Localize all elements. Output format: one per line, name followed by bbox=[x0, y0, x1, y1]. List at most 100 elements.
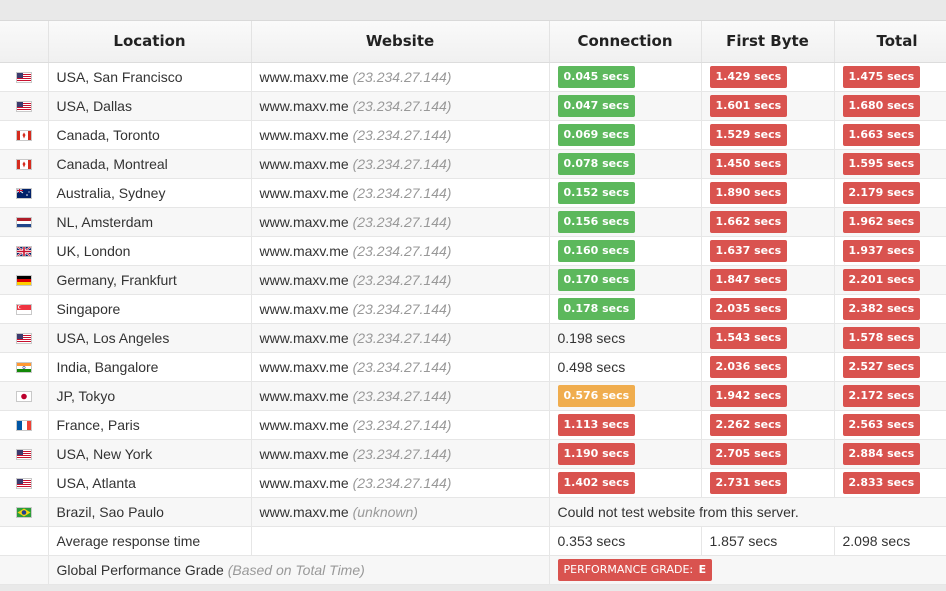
table-row: Singapore www.maxv.me (23.234.27.144) 0.17… bbox=[0, 294, 946, 324]
connection-value: 1.190 secs bbox=[557, 442, 636, 465]
total-cell: 2.179 secs bbox=[834, 178, 946, 208]
total-column-header[interactable]: Total bbox=[834, 21, 946, 63]
website-name: www.maxv.me bbox=[259, 155, 349, 172]
first-byte-cell: 2.705 secs bbox=[701, 439, 835, 469]
average-row: Average response time 0.353 secs 1.857 s… bbox=[0, 526, 946, 556]
connection-cell: 0.078 secs bbox=[549, 149, 702, 179]
grade-row: Global Performance Grade (Based on Total… bbox=[0, 555, 946, 585]
location-cell: USA, San Francisco bbox=[48, 62, 252, 92]
nl-flag-icon bbox=[15, 217, 32, 229]
table-row: France, Paris www.maxv.me (23.234.27.144)… bbox=[0, 410, 946, 440]
connection-value: 1.113 secs bbox=[557, 413, 636, 436]
connection-value: 0.078 secs bbox=[557, 152, 636, 175]
connection-value: 0.047 secs bbox=[557, 94, 636, 117]
table-row: USA, Dallas www.maxv.me (23.234.27.144) 0.… bbox=[0, 91, 946, 121]
website-name: www.maxv.me bbox=[259, 329, 349, 346]
grade-cell: PERFORMANCE GRADE: E bbox=[549, 555, 946, 585]
website-name: www.maxv.me bbox=[259, 184, 349, 201]
website-cell: www.maxv.me (23.234.27.144) bbox=[251, 294, 550, 324]
ca-flag-icon bbox=[15, 159, 32, 171]
location-cell: UK, London bbox=[48, 236, 252, 266]
website-cell: www.maxv.me (23.234.27.144) bbox=[251, 149, 550, 179]
first-byte-cell: 1.890 secs bbox=[701, 178, 835, 208]
us-flag-icon bbox=[15, 478, 32, 490]
connection-value: 1.402 secs bbox=[557, 471, 636, 494]
table-row: JP, Tokyo www.maxv.me (23.234.27.144) 0.57… bbox=[0, 381, 946, 411]
ip-address: (23.234.27.144) bbox=[352, 126, 452, 143]
first-byte-value: 2.035 secs bbox=[709, 297, 788, 320]
website-cell: www.maxv.me (23.234.27.144) bbox=[251, 236, 550, 266]
total-cell: 1.578 secs bbox=[834, 323, 946, 353]
table-row: NL, Amsterdam www.maxv.me (23.234.27.144)… bbox=[0, 207, 946, 237]
table-row: Canada, Montreal www.maxv.me (23.234.27.1… bbox=[0, 149, 946, 179]
table-row: Germany, Frankfurt www.maxv.me (23.234.27… bbox=[0, 265, 946, 295]
failed-row: Brazil, Sao Paulo www.maxv.me (unknown) … bbox=[0, 497, 946, 527]
flag-cell bbox=[0, 526, 49, 556]
location-cell: Canada, Montreal bbox=[48, 149, 252, 179]
connection-cell: 1.402 secs bbox=[549, 468, 702, 498]
first-byte-value: 2.036 secs bbox=[709, 355, 788, 378]
website-cell: www.maxv.me (23.234.27.144) bbox=[251, 207, 550, 237]
connection-column-header[interactable]: Connection bbox=[549, 21, 702, 63]
total-cell: 2.884 secs bbox=[834, 439, 946, 469]
us-flag-icon bbox=[15, 449, 32, 461]
first-byte-value: 1.529 secs bbox=[709, 123, 788, 146]
first-byte-column-header[interactable]: First Byte bbox=[701, 21, 835, 63]
total-value: 1.578 secs bbox=[842, 326, 921, 349]
flag-cell bbox=[0, 410, 49, 440]
connection-cell: 1.113 secs bbox=[549, 410, 702, 440]
average-connection: 0.353 secs bbox=[549, 526, 702, 556]
ip-address: (23.234.27.144) bbox=[352, 474, 452, 491]
total-value: 1.962 secs bbox=[842, 210, 921, 233]
connection-cell: 0.156 secs bbox=[549, 207, 702, 237]
website-cell: www.maxv.me (23.234.27.144) bbox=[251, 439, 550, 469]
location-cell: Germany, Frankfurt bbox=[48, 265, 252, 295]
website-name: www.maxv.me bbox=[259, 445, 349, 462]
table-row: UK, London www.maxv.me (23.234.27.144) 0.1… bbox=[0, 236, 946, 266]
location-column-header[interactable]: Location bbox=[48, 21, 252, 63]
first-byte-cell: 1.637 secs bbox=[701, 236, 835, 266]
ip-address: (23.234.27.144) bbox=[352, 329, 452, 346]
jp-flag-icon bbox=[15, 391, 32, 403]
total-cell: 1.937 secs bbox=[834, 236, 946, 266]
website-cell: www.maxv.me (23.234.27.144) bbox=[251, 91, 550, 121]
total-value: 2.527 secs bbox=[842, 355, 921, 378]
first-byte-cell: 2.731 secs bbox=[701, 468, 835, 498]
total-value: 2.172 secs bbox=[842, 384, 921, 407]
flag-cell bbox=[0, 323, 49, 353]
flag-cell bbox=[0, 439, 49, 469]
ip-address: (23.234.27.144) bbox=[352, 300, 452, 317]
total-value: 1.663 secs bbox=[842, 123, 921, 146]
website-cell: www.maxv.me (23.234.27.144) bbox=[251, 410, 550, 440]
website-name: www.maxv.me bbox=[259, 358, 349, 375]
flag-cell bbox=[0, 265, 49, 295]
first-byte-cell: 1.429 secs bbox=[701, 62, 835, 92]
total-value: 2.179 secs bbox=[842, 181, 921, 204]
first-byte-value: 1.601 secs bbox=[709, 94, 788, 117]
first-byte-cell: 1.450 secs bbox=[701, 149, 835, 179]
flag-cell bbox=[0, 120, 49, 150]
ca-flag-icon bbox=[15, 130, 32, 142]
website-cell: www.maxv.me (23.234.27.144) bbox=[251, 265, 550, 295]
location-cell: India, Bangalore bbox=[48, 352, 252, 382]
website-name: www.maxv.me bbox=[259, 300, 349, 317]
average-total: 2.098 secs bbox=[834, 526, 946, 556]
connection-cell: 0.047 secs bbox=[549, 91, 702, 121]
website-name: www.maxv.me bbox=[259, 474, 349, 491]
website-column-header[interactable]: Website bbox=[251, 21, 550, 63]
ip-address: (unknown) bbox=[352, 503, 418, 520]
website-name: www.maxv.me bbox=[259, 416, 349, 433]
connection-value: 0.178 secs bbox=[557, 297, 636, 320]
table-row: Canada, Toronto www.maxv.me (23.234.27.14… bbox=[0, 120, 946, 150]
total-value: 1.475 secs bbox=[842, 65, 921, 88]
first-byte-cell: 2.036 secs bbox=[701, 352, 835, 382]
br-flag-icon bbox=[15, 507, 32, 519]
first-byte-cell: 1.942 secs bbox=[701, 381, 835, 411]
flag-cell bbox=[0, 62, 49, 92]
first-byte-value: 2.262 secs bbox=[709, 413, 788, 436]
ip-address: (23.234.27.144) bbox=[352, 271, 452, 288]
location-cell: USA, New York bbox=[48, 439, 252, 469]
first-byte-value: 1.429 secs bbox=[709, 65, 788, 88]
location-cell: Singapore bbox=[48, 294, 252, 324]
first-byte-cell: 1.543 secs bbox=[701, 323, 835, 353]
